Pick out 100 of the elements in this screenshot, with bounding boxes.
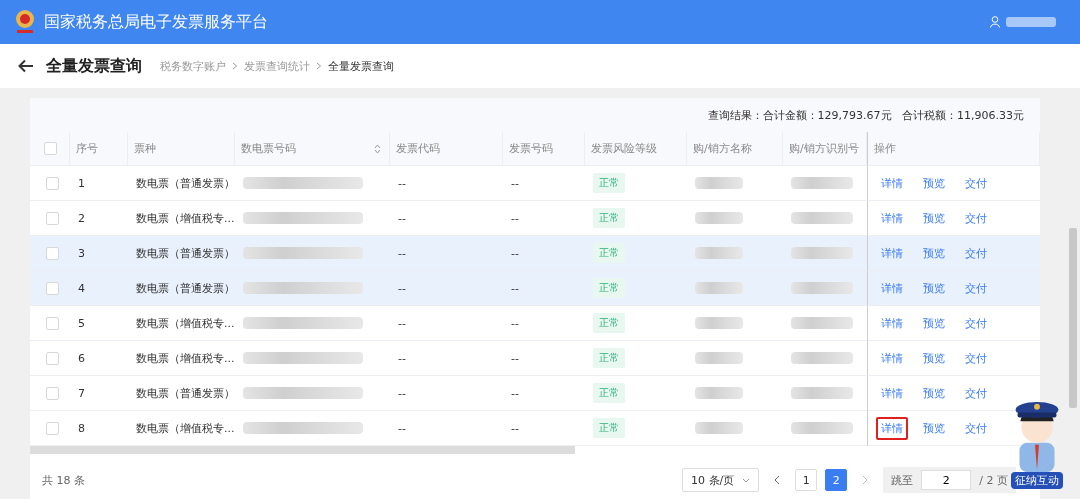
prev-page-icon[interactable] bbox=[773, 475, 782, 485]
total-count: 共 18 条 bbox=[42, 472, 85, 488]
action-link[interactable]: 预览 bbox=[918, 171, 950, 195]
action-link[interactable]: 预览 bbox=[918, 416, 950, 440]
action-link[interactable]: 交付 bbox=[960, 276, 992, 300]
page-title: 全量发票查询 bbox=[46, 55, 142, 77]
page-input[interactable]: 2 bbox=[921, 470, 972, 490]
checkbox[interactable] bbox=[46, 281, 59, 295]
row-highlight: 1 bbox=[70, 166, 128, 201]
caret-icon bbox=[742, 477, 751, 483]
action-link[interactable]: 详情 bbox=[876, 241, 908, 265]
redacted-mark bbox=[791, 282, 853, 294]
action-link[interactable]: 详情 bbox=[876, 381, 908, 405]
redacted-mark bbox=[791, 247, 853, 259]
table-cell: -- bbox=[511, 211, 519, 225]
checkbox[interactable] bbox=[46, 351, 59, 365]
status-tag: 正常 bbox=[593, 243, 625, 263]
table-cell: -- bbox=[511, 421, 519, 435]
table-cell: -- bbox=[511, 281, 519, 295]
redacted-mark bbox=[791, 317, 853, 329]
checkbox[interactable] bbox=[46, 211, 59, 225]
redacted-mark bbox=[791, 212, 853, 224]
page-button[interactable]: 1 bbox=[795, 469, 818, 491]
action-link[interactable]: 详情 bbox=[876, 311, 908, 335]
table-cell: -- bbox=[398, 176, 406, 190]
action-link[interactable]: 交付 bbox=[960, 416, 992, 440]
horizontal-scrollbar[interactable] bbox=[30, 446, 575, 454]
status-tag: 正常 bbox=[593, 383, 625, 403]
checkbox[interactable] bbox=[44, 142, 57, 155]
table-cell: -- bbox=[511, 386, 519, 400]
action-link[interactable]: 预览 bbox=[918, 381, 950, 405]
checkbox[interactable] bbox=[46, 246, 59, 260]
sort-icon[interactable] bbox=[374, 143, 381, 154]
action-link[interactable]: 预览 bbox=[918, 206, 950, 230]
action-link[interactable]: 预览 bbox=[918, 241, 950, 265]
action-link[interactable]: 详情 bbox=[876, 416, 908, 440]
table-cell: 数电票（普通发票） bbox=[136, 175, 235, 191]
table-cell: 数电票（增值税专... bbox=[136, 420, 235, 436]
emblem-icon bbox=[14, 9, 36, 35]
redacted-mark bbox=[791, 352, 853, 364]
redacted-mark bbox=[791, 422, 853, 434]
row-highlight: 7 bbox=[70, 376, 128, 411]
table-cell: -- bbox=[511, 316, 519, 330]
redacted-mark bbox=[695, 422, 743, 434]
chevron-icon bbox=[232, 62, 238, 70]
table-cell: -- bbox=[398, 211, 406, 225]
action-link[interactable]: 详情 bbox=[876, 276, 908, 300]
action-link[interactable]: 预览 bbox=[918, 276, 950, 300]
redacted-mark bbox=[791, 387, 853, 399]
scrollbar-thumb[interactable] bbox=[1069, 228, 1077, 408]
checkbox[interactable] bbox=[46, 421, 59, 435]
table-cell: -- bbox=[398, 281, 406, 295]
redacted-mark bbox=[695, 177, 743, 189]
redacted-mark bbox=[1006, 17, 1056, 27]
action-link[interactable]: 交付 bbox=[960, 381, 992, 405]
page-count: / 2 页 bbox=[979, 472, 1008, 488]
redacted-mark bbox=[695, 387, 743, 399]
redacted-mark bbox=[695, 317, 743, 329]
page-button[interactable]: 2 bbox=[825, 469, 848, 491]
back-arrow-icon[interactable] bbox=[18, 59, 34, 73]
status-tag: 正常 bbox=[593, 278, 625, 298]
table-cell: 数电票（普通发票） bbox=[136, 280, 235, 296]
row-highlight: 6 bbox=[70, 341, 128, 376]
breadcrumb-item[interactable]: 税务数字账户 bbox=[160, 58, 226, 74]
action-link[interactable]: 详情 bbox=[876, 206, 908, 230]
redacted-mark bbox=[695, 282, 743, 294]
user-icon[interactable] bbox=[990, 16, 1000, 28]
chevron-icon bbox=[316, 62, 322, 70]
checkbox[interactable] bbox=[46, 386, 59, 400]
action-link[interactable]: 预览 bbox=[918, 311, 950, 335]
action-link[interactable]: 交付 bbox=[960, 171, 992, 195]
mascot-label[interactable]: 征纳互动 bbox=[1011, 472, 1063, 489]
redacted-mark bbox=[791, 177, 853, 189]
action-link[interactable]: 预览 bbox=[918, 346, 950, 370]
status-tag: 正常 bbox=[593, 208, 625, 228]
row-highlight: 3 bbox=[70, 236, 128, 271]
table-cell: -- bbox=[398, 351, 406, 365]
column-header: 购/销方识别号 bbox=[789, 141, 859, 156]
redacted-mark bbox=[695, 212, 743, 224]
status-tag: 正常 bbox=[593, 348, 625, 368]
table-cell: 数电票（增值税专... bbox=[136, 315, 235, 331]
summary-text: 查询结果：合计金额：129,793.67元 合计税额：11,906.33元 bbox=[707, 107, 1024, 123]
breadcrumb-item[interactable]: 发票查询统计 bbox=[244, 58, 310, 74]
table-cell: -- bbox=[511, 246, 519, 260]
checkbox[interactable] bbox=[46, 176, 59, 190]
action-link[interactable]: 交付 bbox=[960, 346, 992, 370]
jump-label: 跳至 bbox=[891, 472, 914, 488]
status-tag: 正常 bbox=[593, 173, 625, 193]
table-cell: 数电票（增值税专... bbox=[136, 350, 235, 366]
next-page-icon[interactable] bbox=[861, 475, 870, 485]
action-link[interactable]: 详情 bbox=[876, 171, 908, 195]
action-link[interactable]: 交付 bbox=[960, 206, 992, 230]
action-link[interactable]: 详情 bbox=[876, 346, 908, 370]
table-cell: 数电票（增值税专... bbox=[136, 210, 235, 226]
table-cell: 数电票（普通发票） bbox=[136, 385, 235, 401]
page-size-select[interactable]: 10 条/页 bbox=[682, 468, 760, 492]
column-header: 数电票号码 bbox=[241, 141, 296, 156]
action-link[interactable]: 交付 bbox=[960, 311, 992, 335]
checkbox[interactable] bbox=[46, 316, 59, 330]
action-link[interactable]: 交付 bbox=[960, 241, 992, 265]
